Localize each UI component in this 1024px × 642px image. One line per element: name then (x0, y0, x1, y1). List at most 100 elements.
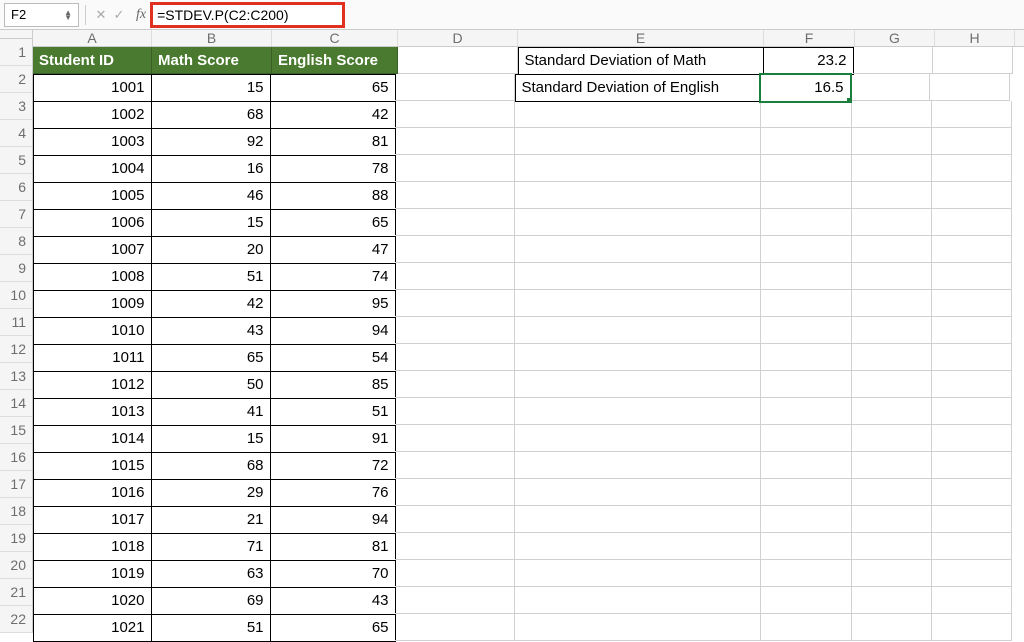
cell-C19[interactable]: 81 (270, 533, 396, 561)
cell-E14[interactable] (515, 398, 761, 425)
cell-B17[interactable]: 29 (151, 479, 271, 507)
cell-F11[interactable] (761, 317, 852, 344)
column-header-D[interactable]: D (398, 30, 518, 46)
cell-A10[interactable]: 1009 (33, 290, 152, 318)
fill-handle[interactable] (847, 98, 851, 102)
cell-H4[interactable] (932, 128, 1012, 155)
column-header-F[interactable]: F (764, 30, 855, 46)
row-header[interactable]: 5 (0, 147, 32, 174)
cell-A5[interactable]: 1004 (33, 155, 152, 183)
row-header[interactable]: 20 (0, 552, 32, 579)
row-header[interactable]: 7 (0, 201, 32, 228)
cell-C15[interactable]: 91 (270, 425, 396, 453)
column-header-E[interactable]: E (518, 30, 764, 46)
cell-H8[interactable] (932, 236, 1012, 263)
cell-D1[interactable] (398, 47, 518, 74)
cell-G15[interactable] (852, 425, 932, 452)
cell-A11[interactable]: 1010 (33, 317, 152, 345)
cell-E20[interactable] (515, 560, 761, 587)
cell-D10[interactable] (395, 290, 515, 317)
cell-E3[interactable] (515, 101, 761, 128)
row-header[interactable]: 11 (0, 309, 32, 336)
cell-D17[interactable] (395, 479, 515, 506)
cell-C5[interactable]: 78 (270, 155, 396, 183)
cell-E21[interactable] (515, 587, 761, 614)
cell-A19[interactable]: 1018 (33, 533, 152, 561)
cell-A1[interactable]: Student ID (33, 47, 152, 74)
cell-C13[interactable]: 85 (270, 371, 396, 399)
cell-E1[interactable]: Standard Deviation of Math (518, 47, 764, 75)
cell-F10[interactable] (761, 290, 852, 317)
formula-input[interactable] (157, 7, 338, 23)
cell-G21[interactable] (852, 587, 932, 614)
cell-E19[interactable] (515, 533, 761, 560)
cell-C17[interactable]: 76 (270, 479, 396, 507)
cell-A2[interactable]: 1001 (33, 74, 152, 102)
cell-D21[interactable] (395, 587, 515, 614)
cell-D12[interactable] (395, 344, 515, 371)
cell-B4[interactable]: 92 (151, 128, 271, 156)
cell-B3[interactable]: 68 (151, 101, 271, 129)
column-header-G[interactable]: G (855, 30, 935, 46)
cell-G18[interactable] (852, 506, 932, 533)
cell-F18[interactable] (761, 506, 852, 533)
cell-H10[interactable] (932, 290, 1012, 317)
row-header[interactable]: 6 (0, 174, 32, 201)
cell-H1[interactable] (933, 47, 1013, 74)
cell-D4[interactable] (395, 128, 515, 155)
cell-B7[interactable]: 15 (151, 209, 271, 237)
cell-F12[interactable] (761, 344, 852, 371)
cell-B1[interactable]: Math Score (152, 47, 272, 74)
row-header[interactable]: 3 (0, 93, 32, 120)
row-header[interactable]: 9 (0, 255, 32, 282)
cell-C14[interactable]: 51 (270, 398, 396, 426)
column-header-C[interactable]: C (272, 30, 398, 46)
cell-F8[interactable] (761, 236, 852, 263)
cell-A9[interactable]: 1008 (33, 263, 152, 291)
cell-G20[interactable] (852, 560, 932, 587)
cell-F22[interactable] (761, 614, 852, 641)
row-header[interactable]: 19 (0, 525, 32, 552)
cell-C7[interactable]: 65 (270, 209, 396, 237)
cell-D20[interactable] (395, 560, 515, 587)
cell-B22[interactable]: 51 (151, 614, 271, 642)
cell-F17[interactable] (761, 479, 852, 506)
cell-F19[interactable] (761, 533, 852, 560)
row-header[interactable]: 4 (0, 120, 32, 147)
cell-D19[interactable] (395, 533, 515, 560)
cell-F9[interactable] (761, 263, 852, 290)
cell-H7[interactable] (932, 209, 1012, 236)
cell-F2[interactable]: 16.5 (760, 74, 851, 102)
cell-G12[interactable] (852, 344, 932, 371)
cell-A4[interactable]: 1003 (33, 128, 152, 156)
cell-C11[interactable]: 94 (270, 317, 396, 345)
cell-F15[interactable] (761, 425, 852, 452)
cell-E2[interactable]: Standard Deviation of English (515, 74, 761, 102)
cell-H14[interactable] (932, 398, 1012, 425)
cell-A17[interactable]: 1016 (33, 479, 152, 507)
row-header[interactable]: 13 (0, 363, 32, 390)
cell-G1[interactable] (853, 47, 933, 74)
cell-B13[interactable]: 50 (151, 371, 271, 399)
cell-G22[interactable] (852, 614, 932, 641)
cell-G7[interactable] (852, 209, 932, 236)
cell-B21[interactable]: 69 (151, 587, 271, 615)
cell-H17[interactable] (932, 479, 1012, 506)
cell-G10[interactable] (852, 290, 932, 317)
row-header[interactable]: 18 (0, 498, 32, 525)
cell-A8[interactable]: 1007 (33, 236, 152, 264)
cell-G4[interactable] (852, 128, 932, 155)
cell-F1[interactable]: 23.2 (763, 47, 854, 75)
cell-H12[interactable] (932, 344, 1012, 371)
cell-C18[interactable]: 94 (270, 506, 396, 534)
cell-C20[interactable]: 70 (270, 560, 396, 588)
confirm-icon[interactable]: ✓ (110, 7, 128, 23)
fx-label[interactable]: fx (136, 7, 146, 23)
cell-H18[interactable] (932, 506, 1012, 533)
cell-D9[interactable] (395, 263, 515, 290)
cell-D2[interactable] (395, 74, 515, 101)
cell-C8[interactable]: 47 (270, 236, 396, 264)
cancel-icon[interactable]: ✕ (92, 7, 110, 23)
cell-A21[interactable]: 1020 (33, 587, 152, 615)
cell-C12[interactable]: 54 (270, 344, 396, 372)
